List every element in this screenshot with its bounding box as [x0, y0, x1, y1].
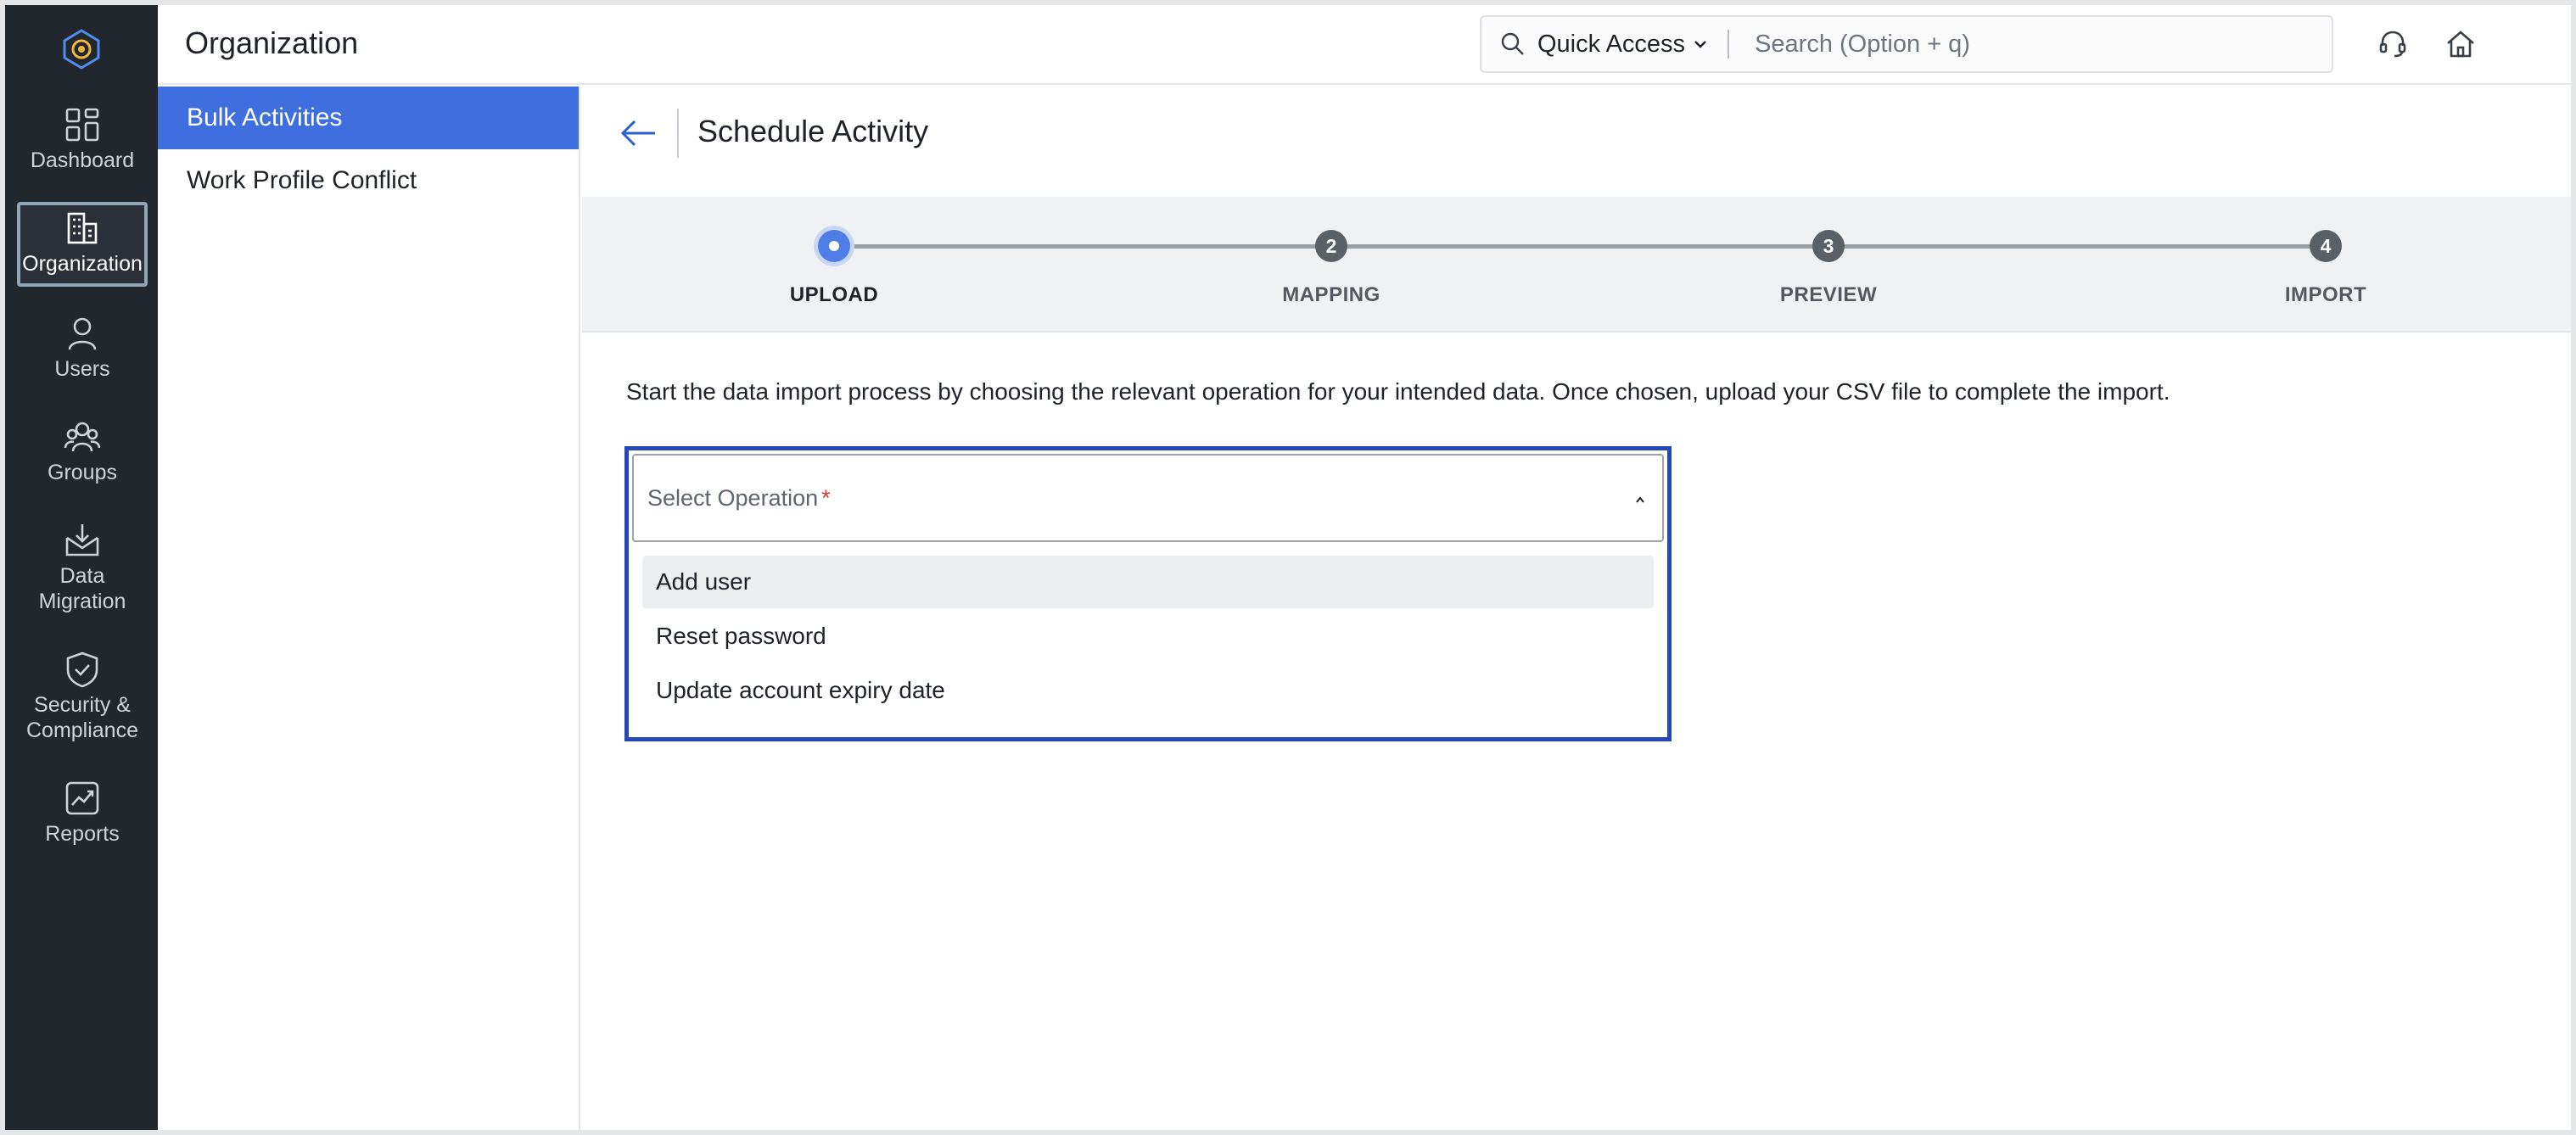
rail-item-data-migration[interactable]: Data Migration — [17, 521, 148, 614]
rail-item-security-compliance[interactable]: Security & Compliance — [17, 650, 148, 743]
rail-item-label: Reports — [45, 822, 120, 846]
rail-item-label: Data — [59, 564, 105, 588]
step-upload-label: UPLOAD — [789, 283, 879, 306]
page-header: Schedule Activity — [582, 87, 2571, 197]
data-migration-icon — [65, 524, 99, 556]
rail-item-label: Security & — [34, 693, 131, 717]
stepper-track — [835, 244, 2327, 249]
rail-item-users[interactable]: Users — [17, 314, 148, 382]
operation-select[interactable]: Select Operation * — [632, 454, 1664, 542]
operation-select-panel: Select Operation * Add user Reset passwo… — [624, 446, 1672, 741]
app-title: Organization — [185, 25, 359, 60]
app-window: Dashboard Organization Users Groups Data… — [5, 5, 2571, 1130]
main-content: Schedule Activity UPLOAD 2 MAPPING 3 PRE… — [582, 87, 2571, 1130]
page-title: Schedule Activity — [697, 114, 929, 148]
dashboard-icon — [65, 108, 99, 142]
operation-select-placeholder: Select Operation — [647, 484, 819, 511]
headset-support-icon[interactable] — [2376, 27, 2410, 61]
operation-options-list: Add user Reset password Update account e… — [642, 556, 1654, 718]
primary-rail: Dashboard Organization Users Groups Data… — [5, 5, 158, 1130]
intro-text: Start the data import process by choosin… — [626, 378, 2170, 405]
top-header: Organization Quick Access — [158, 5, 2571, 85]
rail-item-groups[interactable]: Groups — [17, 417, 148, 485]
subnav-item-bulk-activities[interactable]: Bulk Activities — [158, 87, 579, 149]
home-icon[interactable] — [2444, 27, 2478, 61]
required-marker: * — [821, 484, 831, 511]
chevron-up-icon[interactable] — [1633, 493, 1647, 506]
rail-item-label: Dashboard — [30, 148, 135, 172]
search-divider — [1728, 30, 1730, 59]
step-mapping-indicator: 2 — [1315, 230, 1347, 262]
rail-item-reports[interactable]: Reports — [17, 779, 148, 847]
import-stepper: UPLOAD 2 MAPPING 3 PREVIEW 4 IMPORT — [582, 197, 2571, 333]
user-icon — [68, 317, 97, 350]
step-preview-indicator: 3 — [1812, 230, 1845, 262]
quick-access-dropdown[interactable]: Quick Access — [1537, 31, 1685, 59]
back-arrow-icon[interactable] — [618, 112, 660, 154]
rail-item-organization[interactable]: Organization — [17, 202, 148, 287]
groups-icon — [64, 422, 101, 452]
header-divider — [677, 109, 679, 158]
global-search-bar[interactable]: Quick Access — [1480, 15, 2333, 73]
rail-item-label-line2: Migration — [38, 590, 126, 613]
rail-item-label: Users — [54, 357, 110, 381]
secondary-sidebar: Bulk Activities Work Profile Conflict — [158, 87, 580, 1130]
rail-item-label: Groups — [48, 461, 117, 484]
shield-check-icon — [66, 651, 98, 688]
step-import-indicator: 4 — [2310, 230, 2342, 262]
option-add-user[interactable]: Add user — [642, 556, 1654, 608]
step-import-label: IMPORT — [2284, 283, 2367, 306]
search-input[interactable] — [1755, 30, 2265, 59]
option-reset-password[interactable]: Reset password — [642, 610, 1654, 663]
subnav-item-work-profile-conflict[interactable]: Work Profile Conflict — [158, 149, 579, 212]
chevron-down-icon[interactable] — [1692, 36, 1709, 53]
step-mapping-label: MAPPING — [1282, 283, 1380, 306]
rail-item-label: Organization — [22, 252, 143, 276]
option-update-account-expiry-date[interactable]: Update account expiry date — [642, 664, 1654, 717]
rail-item-dashboard[interactable]: Dashboard — [17, 105, 148, 173]
step-preview-label: PREVIEW — [1779, 283, 1878, 306]
step-upload-indicator — [818, 230, 850, 262]
rail-item-label-line2: Compliance — [25, 718, 138, 742]
building-icon — [67, 212, 98, 244]
search-icon — [1501, 32, 1524, 55]
reports-icon — [65, 781, 99, 815]
app-logo-icon[interactable] — [59, 27, 104, 71]
